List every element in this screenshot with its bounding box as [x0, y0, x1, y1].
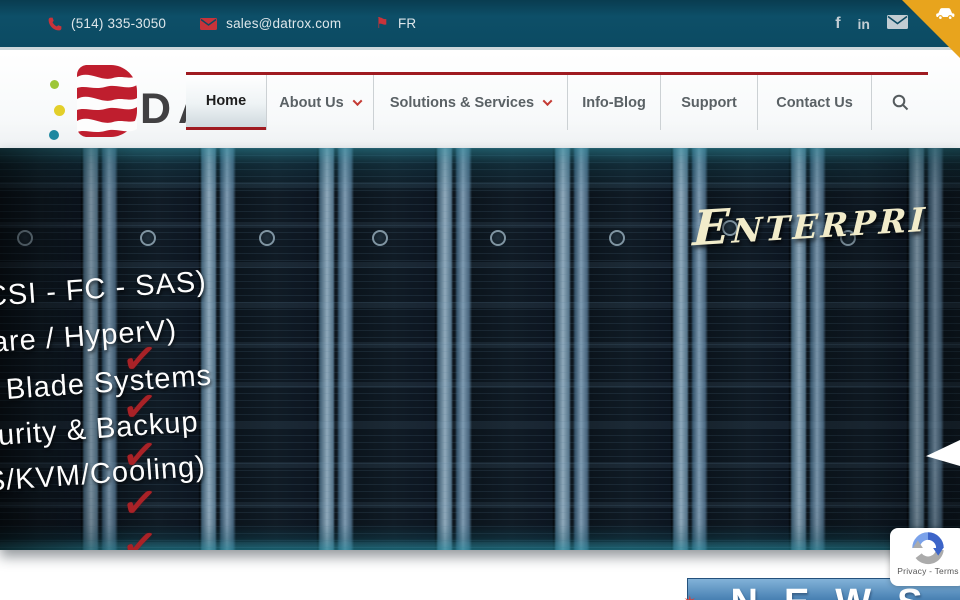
recaptcha-badge[interactable]: Privacy - Terms — [890, 528, 960, 586]
check-icon: ✓ — [120, 518, 160, 550]
nav-label: Home — [206, 93, 246, 109]
topbar: (514) 335-3050 sales@datrox.com ⚑ FR f i… — [0, 0, 960, 50]
chevron-down-icon — [543, 96, 553, 106]
email-address: sales@datrox.com — [226, 16, 341, 31]
main-nav: Home About Us Solutions & Services Info-… — [186, 72, 928, 130]
cart-ribbon[interactable] — [902, 0, 960, 58]
language-toggle[interactable]: ⚑ FR — [375, 16, 416, 31]
search-icon — [892, 94, 909, 111]
nav-item-about-us[interactable]: About Us — [266, 75, 373, 130]
nav-item-home[interactable]: Home — [186, 75, 266, 130]
hero-line: Blade Systems — [5, 360, 213, 407]
check-icon: ✓ — [120, 332, 160, 384]
hero-line: CSI - FC - SAS) — [0, 266, 208, 314]
recaptcha-privacy-terms[interactable]: Privacy - Terms — [897, 566, 958, 576]
search-button[interactable] — [871, 75, 928, 130]
nav-label: Contact Us — [776, 95, 853, 111]
recaptcha-icon — [911, 531, 945, 565]
language-label: FR — [398, 16, 416, 31]
nav-label: Support — [681, 95, 737, 111]
email-icon — [200, 18, 217, 30]
logo-mark — [77, 65, 137, 137]
nav-label: Info-Blog — [582, 95, 646, 111]
check-icon: ✓ — [120, 428, 160, 480]
nav-label: Solutions & Services — [390, 95, 534, 111]
facebook-icon[interactable]: f — [835, 16, 840, 32]
news-title: NEWS — [731, 584, 949, 600]
nav-item-solutions-services[interactable]: Solutions & Services — [373, 75, 567, 130]
hero-line: urity & Backup — [0, 406, 200, 453]
logo-dot-teal — [49, 130, 59, 140]
flag-icon: ⚑ — [375, 16, 389, 31]
nav-label: About Us — [279, 95, 343, 111]
nav-item-support[interactable]: Support — [660, 75, 757, 130]
hero-text-lines: CSI - FC - SAS) are / HyperV) Blade Syst… — [0, 148, 960, 550]
phone-link[interactable]: (514) 335-3050 — [48, 16, 166, 31]
linkedin-icon[interactable]: in — [858, 17, 870, 31]
main-header: DA Home About Us Solutions & Services In… — [0, 53, 960, 148]
check-icon: ✓ — [120, 380, 160, 432]
nav-item-info-blog[interactable]: Info-Blog — [567, 75, 660, 130]
hero-slider: Enterpri CSI - FC - SAS) are / HyperV) B… — [0, 148, 960, 550]
email-link[interactable]: sales@datrox.com — [200, 16, 341, 31]
social-links: f in — [835, 0, 908, 47]
logo[interactable]: DA — [44, 58, 66, 146]
topbar-contact-group: (514) 335-3050 sales@datrox.com ⚑ FR — [0, 16, 416, 31]
logo-dot-yellow — [54, 105, 65, 116]
chevron-down-icon — [352, 96, 362, 106]
phone-icon — [48, 17, 62, 31]
car-icon — [935, 6, 956, 25]
hero-line: S/KVM/Cooling) — [0, 451, 207, 499]
star-icon: ✶ — [683, 592, 696, 600]
nav-item-contact-us[interactable]: Contact Us — [757, 75, 871, 130]
phone-number: (514) 335-3050 — [71, 16, 166, 31]
logo-dot-green — [50, 80, 59, 89]
logo-dots — [44, 67, 66, 137]
page: (514) 335-3050 sales@datrox.com ⚑ FR f i… — [0, 0, 960, 600]
